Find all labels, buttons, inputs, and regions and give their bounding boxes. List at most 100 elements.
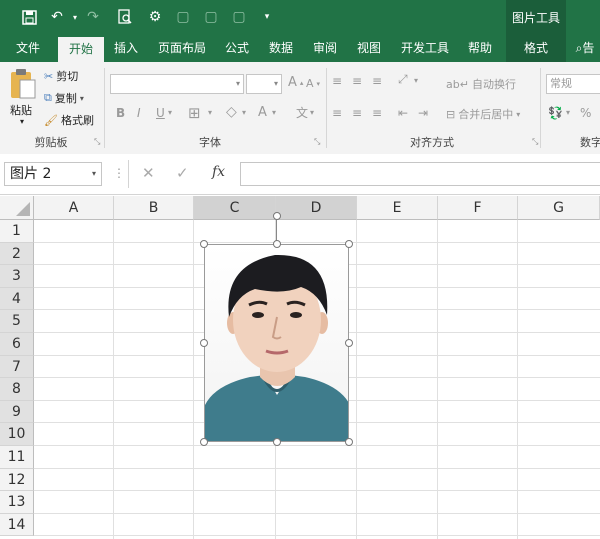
- row-header-7[interactable]: 7: [0, 355, 34, 379]
- formula-input[interactable]: [240, 162, 600, 186]
- font-color-icon[interactable]: A: [258, 105, 267, 120]
- tab-data[interactable]: 数据: [262, 34, 300, 62]
- decrease-indent-icon[interactable]: ⇤: [398, 106, 408, 120]
- tab-view[interactable]: 视图: [350, 34, 388, 62]
- italic-button[interactable]: I: [137, 106, 141, 120]
- row-header-12[interactable]: 12: [0, 468, 34, 492]
- align-right-icon[interactable]: ≡: [372, 106, 382, 120]
- resize-handle-nw[interactable]: [200, 240, 208, 248]
- tab-review[interactable]: 审阅: [306, 34, 344, 62]
- macro-icon[interactable]: ⚙: [144, 6, 166, 28]
- resize-handle-w[interactable]: [200, 339, 208, 347]
- font-launcher-icon[interactable]: ⤡: [314, 137, 320, 147]
- tab-format[interactable]: 格式: [506, 34, 566, 62]
- row-gridline: [34, 490, 600, 492]
- bold-button[interactable]: B: [116, 106, 125, 120]
- qat-icon-2[interactable]: ▢: [200, 6, 222, 28]
- alignment-launcher-icon[interactable]: ⤡: [532, 137, 538, 147]
- decrease-font-icon[interactable]: A ▾: [306, 77, 320, 90]
- picture-portrait[interactable]: [204, 244, 349, 442]
- phonetic-dropdown-icon[interactable]: ▾: [310, 108, 314, 117]
- row-header-4[interactable]: 4: [0, 287, 34, 311]
- row-header-5[interactable]: 5: [0, 310, 34, 333]
- cancel-icon[interactable]: ✕: [142, 164, 155, 182]
- qat-icon-1[interactable]: ▢: [172, 6, 194, 28]
- phonetic-icon[interactable]: 文: [296, 104, 308, 121]
- row-header-6[interactable]: 6: [0, 333, 34, 356]
- rotate-handle[interactable]: [272, 212, 281, 220]
- currency-dropdown-icon[interactable]: ▾: [566, 108, 570, 117]
- paste-button[interactable]: 粘贴: [10, 102, 32, 118]
- copy-button[interactable]: ⧉ 复制 ▾: [44, 90, 84, 106]
- row-header-11[interactable]: 11: [0, 446, 34, 469]
- resize-handle-s[interactable]: [272, 438, 281, 446]
- number-format-dropdown[interactable]: 常规: [546, 74, 600, 94]
- align-center-icon[interactable]: ≡: [352, 106, 362, 120]
- cut-button[interactable]: ✂ 剪切: [44, 68, 78, 84]
- tab-home[interactable]: 开始: [58, 37, 104, 62]
- column-header-f[interactable]: F: [438, 196, 518, 220]
- fill-color-icon[interactable]: ◇: [226, 104, 237, 120]
- tab-developer[interactable]: 开发工具: [394, 34, 456, 62]
- align-left-icon[interactable]: ≡: [332, 106, 342, 120]
- underline-dropdown-icon[interactable]: ▾: [168, 108, 172, 117]
- resize-handle-ne[interactable]: [345, 240, 353, 248]
- tell-me[interactable]: ⌕告: [570, 34, 600, 62]
- underline-button[interactable]: U: [156, 106, 165, 120]
- row-header-10[interactable]: 10: [0, 423, 34, 446]
- row-header-1[interactable]: 1: [0, 220, 34, 243]
- percent-button[interactable]: %: [580, 106, 591, 120]
- paste-icon[interactable]: [8, 68, 40, 102]
- row-header-3[interactable]: 3: [0, 265, 34, 288]
- resize-handle-e[interactable]: [345, 339, 353, 347]
- row-header-9[interactable]: 9: [0, 400, 34, 424]
- name-box-dropdown-icon[interactable]: ▾: [92, 163, 96, 185]
- resize-handle-n[interactable]: [272, 240, 281, 248]
- font-size-dropdown[interactable]: ▾: [246, 74, 282, 94]
- redo-icon[interactable]: ↷: [82, 6, 104, 28]
- increase-indent-icon[interactable]: ⇥: [418, 106, 428, 120]
- name-box[interactable]: 图片 2 ▾: [4, 162, 102, 186]
- tab-file[interactable]: 文件: [6, 34, 50, 62]
- paste-dropdown-icon[interactable]: ▾: [20, 117, 24, 126]
- wrap-text-button[interactable]: ab↵ 自动换行: [446, 76, 516, 92]
- border-dropdown-icon[interactable]: ▾: [208, 108, 212, 117]
- align-top-icon[interactable]: ≡: [332, 74, 342, 88]
- row-header-8[interactable]: 8: [0, 378, 34, 401]
- font-name-dropdown[interactable]: ▾: [110, 74, 244, 94]
- qat-icon-3[interactable]: ▢: [228, 6, 250, 28]
- column-header-g[interactable]: G: [518, 196, 600, 220]
- customize-qat-icon[interactable]: ▾: [256, 6, 278, 28]
- row-header-14[interactable]: 14: [0, 513, 34, 537]
- column-header-e[interactable]: E: [357, 196, 438, 220]
- clipboard-launcher-icon[interactable]: ⤡: [94, 137, 100, 147]
- save-icon[interactable]: [18, 6, 40, 28]
- fill-color-dropdown-icon[interactable]: ▾: [242, 108, 246, 117]
- currency-icon[interactable]: 💱: [548, 106, 563, 120]
- column-header-d[interactable]: D: [276, 196, 357, 220]
- align-bottom-icon[interactable]: ≡: [372, 74, 382, 88]
- tab-insert[interactable]: 插入: [106, 34, 146, 62]
- row-header-13[interactable]: 13: [0, 491, 34, 514]
- orientation-dropdown-icon[interactable]: ▾: [414, 76, 418, 85]
- orientation-icon[interactable]: ⤢: [398, 72, 408, 87]
- font-color-dropdown-icon[interactable]: ▾: [272, 108, 276, 117]
- merge-center-button[interactable]: ⊟ 合并后居中 ▾: [446, 106, 520, 122]
- align-middle-icon[interactable]: ≡: [352, 74, 362, 88]
- border-icon[interactable]: ⊞: [188, 104, 201, 122]
- resize-handle-se[interactable]: [345, 438, 353, 446]
- format-painter-button[interactable]: 🖌 格式刷: [44, 112, 94, 128]
- select-all-button[interactable]: [0, 196, 34, 220]
- tab-formulas[interactable]: 公式: [218, 34, 256, 62]
- column-header-b[interactable]: B: [114, 196, 194, 220]
- row-header-2[interactable]: 2: [0, 242, 34, 266]
- enter-icon[interactable]: ✓: [176, 164, 189, 182]
- tab-page-layout[interactable]: 页面布局: [150, 34, 214, 62]
- resize-handle-sw[interactable]: [200, 438, 208, 446]
- insert-function-icon[interactable]: fx: [212, 164, 225, 180]
- tab-help[interactable]: 帮助: [460, 34, 500, 62]
- column-header-c[interactable]: C: [194, 196, 276, 220]
- print-preview-icon[interactable]: [114, 6, 136, 28]
- increase-font-icon[interactable]: A ▴: [288, 75, 303, 90]
- column-header-a[interactable]: A: [34, 196, 114, 220]
